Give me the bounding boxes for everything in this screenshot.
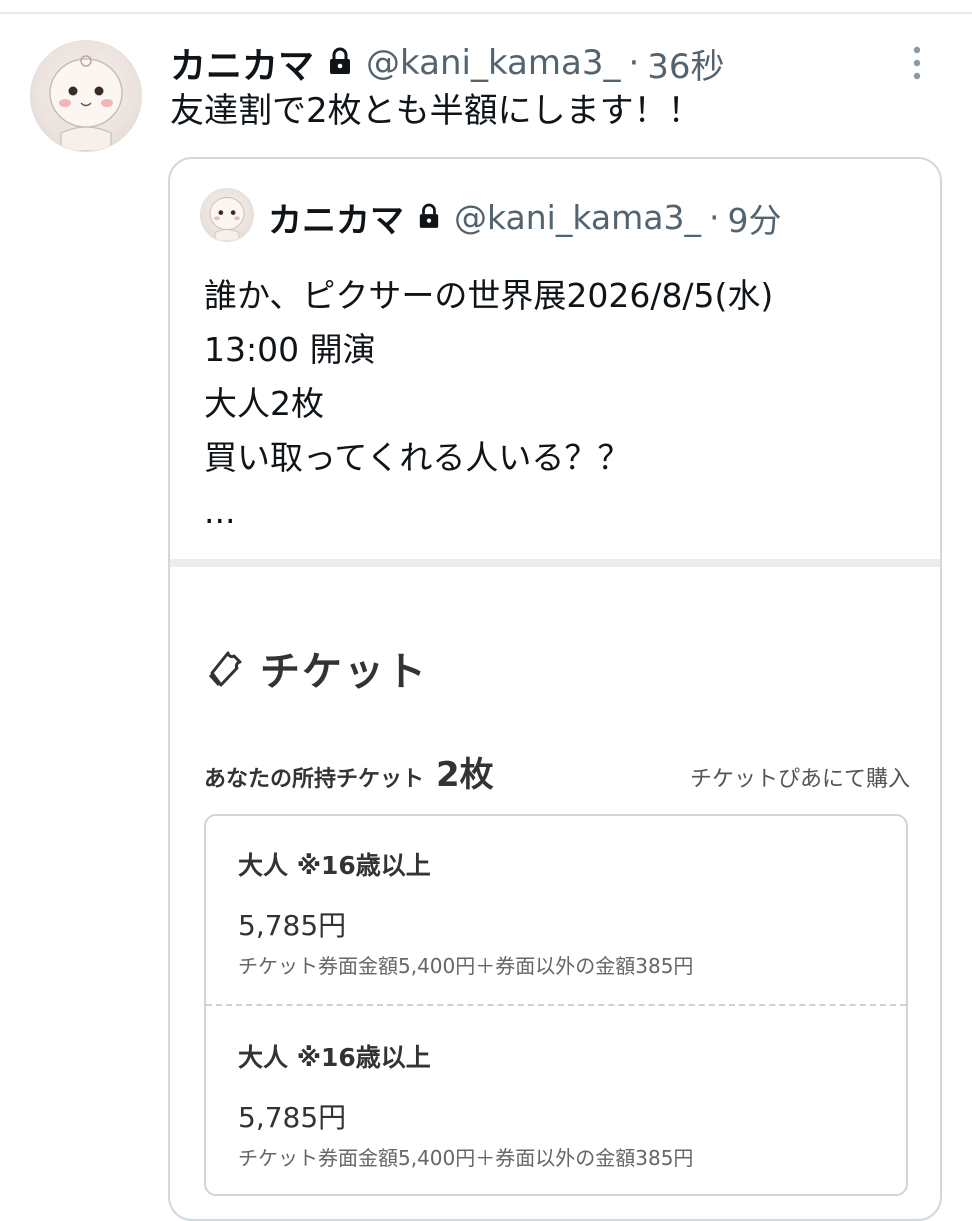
quoted-header: カニカマ @kani_kama3_ · 9分 — [268, 193, 781, 242]
tweet-text: 友達割で2枚とも半額にします！！ — [170, 91, 702, 131]
more-vertical-icon[interactable] — [905, 44, 929, 84]
ticket-heading: チケット — [204, 639, 428, 697]
ticket-item: 大人 ※16歳以上 5,785円 チケット券面金額5,400円＋券面以外の金額3… — [238, 1038, 878, 1171]
avatar-character-icon — [49, 55, 123, 151]
quoted-text: 誰か、ピクサーの世界展2026/8/5(水) 13:00 開演 大人2枚 買い取… — [204, 269, 773, 539]
avatar[interactable] — [30, 40, 142, 152]
ticket-price: 5,785円 — [238, 1101, 347, 1134]
image-top-divider — [170, 559, 940, 567]
timestamp[interactable]: 36秒 — [647, 39, 724, 88]
ticket-price-detail: チケット券面金額5,400円＋券面以外の金額385円 — [238, 954, 694, 978]
ticket-icon — [204, 647, 246, 689]
quoted-text-line: 13:00 開演 — [204, 330, 376, 369]
ticket-type: 大人 ※16歳以上 — [238, 1043, 431, 1072]
quoted-text-ellipsis: ... — [204, 492, 236, 531]
ticket-list: 大人 ※16歳以上 5,785円 チケット券面金額5,400円＋券面以外の金額3… — [204, 814, 908, 1196]
ticket-price: 5,785円 — [238, 909, 347, 942]
avatar-character-icon — [209, 197, 245, 241]
quoted-text-line: 買い取ってくれる人いる？？ — [204, 438, 631, 477]
dashed-divider — [206, 1004, 906, 1006]
ticket-item: 大人 ※16歳以上 5,785円 チケット券面金額5,400円＋券面以外の金額3… — [238, 846, 878, 979]
quoted-text-line: 大人2枚 — [204, 384, 324, 423]
quoted-text-line: 誰か、ピクサーの世界展2026/8/5(水) — [204, 276, 774, 315]
handle[interactable]: @kani_kama3_ — [366, 43, 620, 83]
separator-dot: · — [708, 198, 720, 237]
tweet-header: カニカマ @kani_kama3_ · 36秒 — [170, 38, 725, 88]
quoted-timestamp: 9分 — [727, 200, 782, 240]
lock-icon — [418, 203, 440, 233]
quoted-avatar — [200, 188, 254, 242]
purchase-link: チケットぴあにて購入 — [689, 767, 910, 792]
owned-label: あなたの所持チケット — [204, 767, 425, 792]
quoted-display-name: カニカマ — [268, 201, 404, 241]
lock-icon — [328, 47, 352, 79]
ticket-price-detail: チケット券面金額5,400円＋券面以外の金額385円 — [238, 1146, 694, 1170]
ticket-type: 大人 ※16歳以上 — [238, 851, 431, 880]
owned-count: 2枚 — [436, 755, 494, 795]
quoted-handle: @kani_kama3_ — [454, 198, 701, 237]
top-divider — [0, 12, 972, 14]
owned-tickets-row: あなたの所持チケット 2枚 チケットぴあにて購入 — [204, 747, 910, 796]
ticket-title: チケット — [260, 649, 428, 695]
separator-dot: · — [628, 43, 640, 83]
display-name[interactable]: カニカマ — [170, 37, 314, 89]
quoted-tweet-card[interactable]: カニカマ @kani_kama3_ · 9分 誰か、ピクサーの世界展2026/8… — [168, 157, 942, 1221]
